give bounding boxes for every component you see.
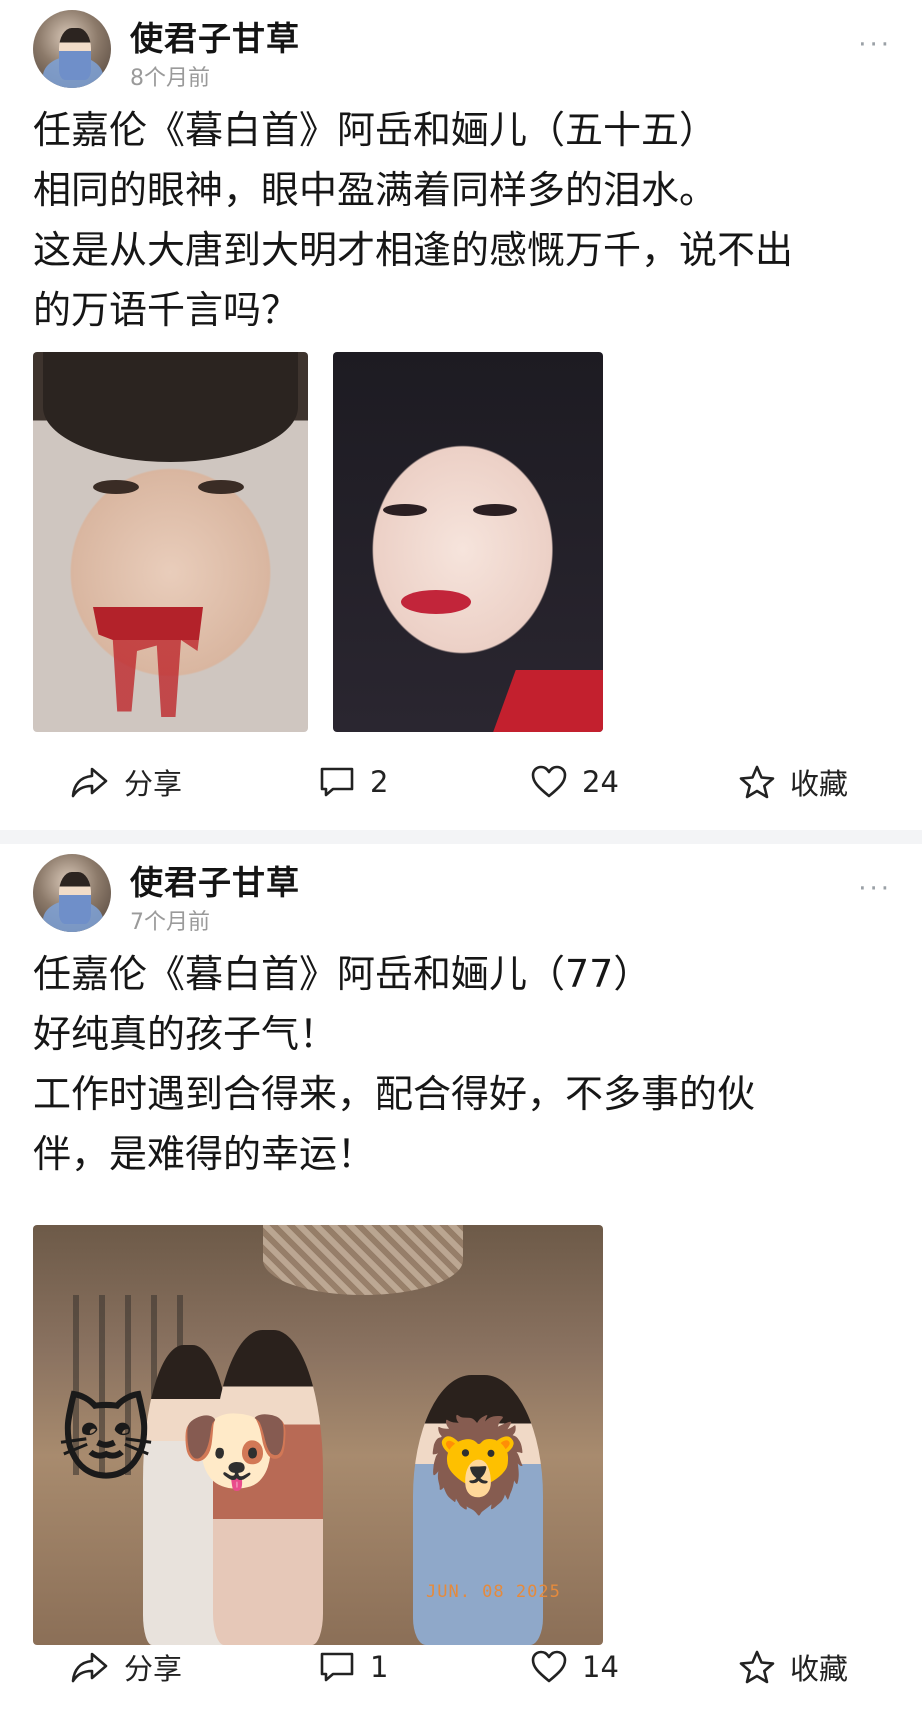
like-button[interactable]: 14 (530, 1637, 619, 1697)
post-text-line: 这是从大唐到大明才相逢的感慨万千，说不出 (33, 228, 794, 272)
post-text[interactable]: 任嘉伦《暮白首》阿岳和婳儿（五十五） 相同的眼神，眼中盈满着同样多的泪水。 这是… (33, 100, 893, 340)
post-text-line: 相同的眼神，眼中盈满着同样多的泪水。 (33, 168, 718, 212)
author-name[interactable]: 使君子甘草 (130, 856, 300, 904)
comment-count: 1 (370, 1650, 389, 1684)
dog-emoji: 🐶 (178, 1397, 293, 1504)
more-icon[interactable]: ··· (858, 874, 892, 904)
favorite-button[interactable]: 收藏 (738, 752, 848, 812)
action-bar: 分享 1 14 收藏 (0, 1637, 922, 1697)
share-label: 分享 (124, 1652, 183, 1686)
favorite-button[interactable]: 收藏 (738, 1637, 848, 1697)
share-icon (71, 767, 108, 798)
heart-icon (531, 765, 567, 798)
avatar[interactable] (33, 854, 111, 932)
post-time: 8个月前 (130, 66, 210, 91)
photo-date-stamp: JUN. 08 2025 (426, 1582, 561, 1602)
post-text[interactable]: 任嘉伦《暮白首》阿岳和婳儿（77） 好纯真的孩子气！ 工作时遇到合得来，配合得好… (33, 944, 893, 1184)
star-icon (739, 765, 775, 799)
post-text-line: 工作时遇到合得来，配合得好，不多事的伙 (33, 1072, 756, 1116)
post-separator (0, 830, 922, 844)
favorite-label: 收藏 (790, 767, 849, 801)
comment-button[interactable]: 2 (318, 752, 388, 812)
comment-icon (320, 767, 354, 797)
like-count: 24 (582, 765, 619, 799)
star-icon (739, 1650, 775, 1684)
post-time: 7个月前 (130, 910, 210, 935)
share-button[interactable]: 分享 (70, 1637, 182, 1697)
share-icon (71, 1652, 108, 1683)
post-text-line: 任嘉伦《暮白首》阿岳和婳儿（五十五） (33, 108, 718, 152)
author-name[interactable]: 使君子甘草 (130, 12, 300, 60)
action-bar: 分享 2 24 收藏 (0, 752, 922, 812)
like-count: 14 (582, 1650, 619, 1684)
like-button[interactable]: 24 (530, 752, 619, 812)
favorite-label: 收藏 (790, 1652, 849, 1686)
post-image[interactable]: 🐱 🐶 🦁 JUN. 08 2025 (33, 1225, 603, 1645)
more-icon[interactable]: ··· (858, 30, 892, 60)
cat-emoji: 🐱 (58, 1387, 154, 1494)
post-text-line: 任嘉伦《暮白首》阿岳和婳儿（77） (33, 952, 652, 996)
post-text-line: 好纯真的孩子气！ (33, 1012, 338, 1056)
comment-count: 2 (370, 765, 389, 799)
feed-post: 使君子甘草 8个月前 ··· 任嘉伦《暮白首》阿岳和婳儿（五十五） 相同的眼神，… (0, 0, 922, 830)
post-image[interactable] (33, 352, 308, 732)
post-image[interactable] (333, 352, 603, 732)
share-label: 分享 (124, 767, 183, 801)
post-text-line: 伴，是难得的幸运！ (33, 1132, 376, 1176)
heart-icon (531, 1650, 567, 1683)
post-text-line: 的万语千言吗？ (33, 288, 300, 332)
share-button[interactable]: 分享 (70, 752, 182, 812)
lion-emoji: 🦁 (421, 1412, 536, 1519)
avatar[interactable] (33, 10, 111, 88)
comment-icon (320, 1652, 354, 1682)
comment-button[interactable]: 1 (318, 1637, 388, 1697)
